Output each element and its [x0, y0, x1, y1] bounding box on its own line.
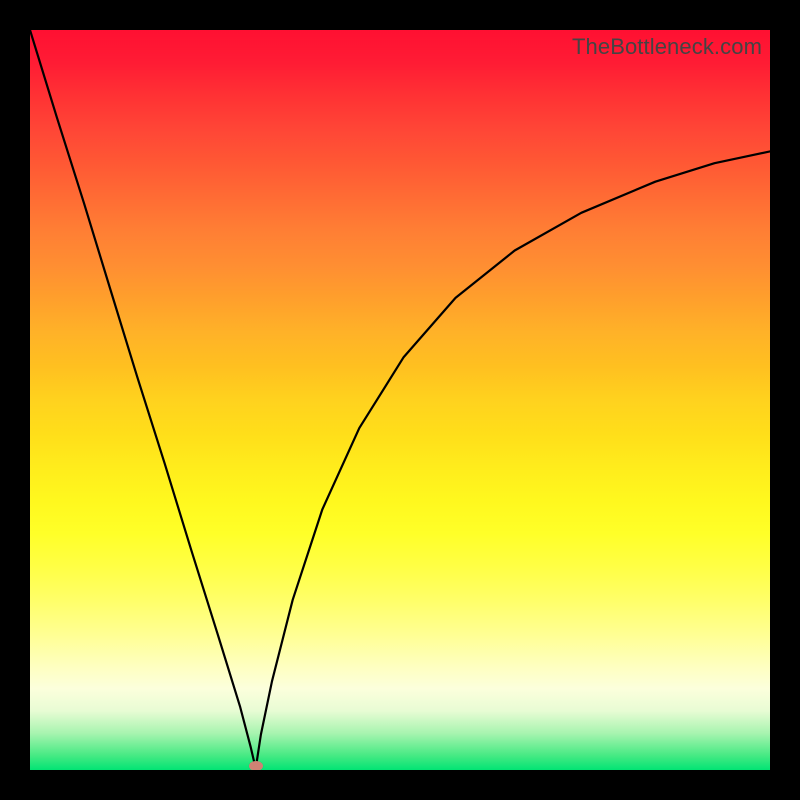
plot-area: TheBottleneck.com: [30, 30, 770, 770]
watermark-label: TheBottleneck.com: [572, 34, 762, 60]
chart-frame: TheBottleneck.com: [0, 0, 800, 800]
heat-gradient-background: [30, 30, 770, 770]
optimum-marker-icon: [249, 761, 263, 770]
